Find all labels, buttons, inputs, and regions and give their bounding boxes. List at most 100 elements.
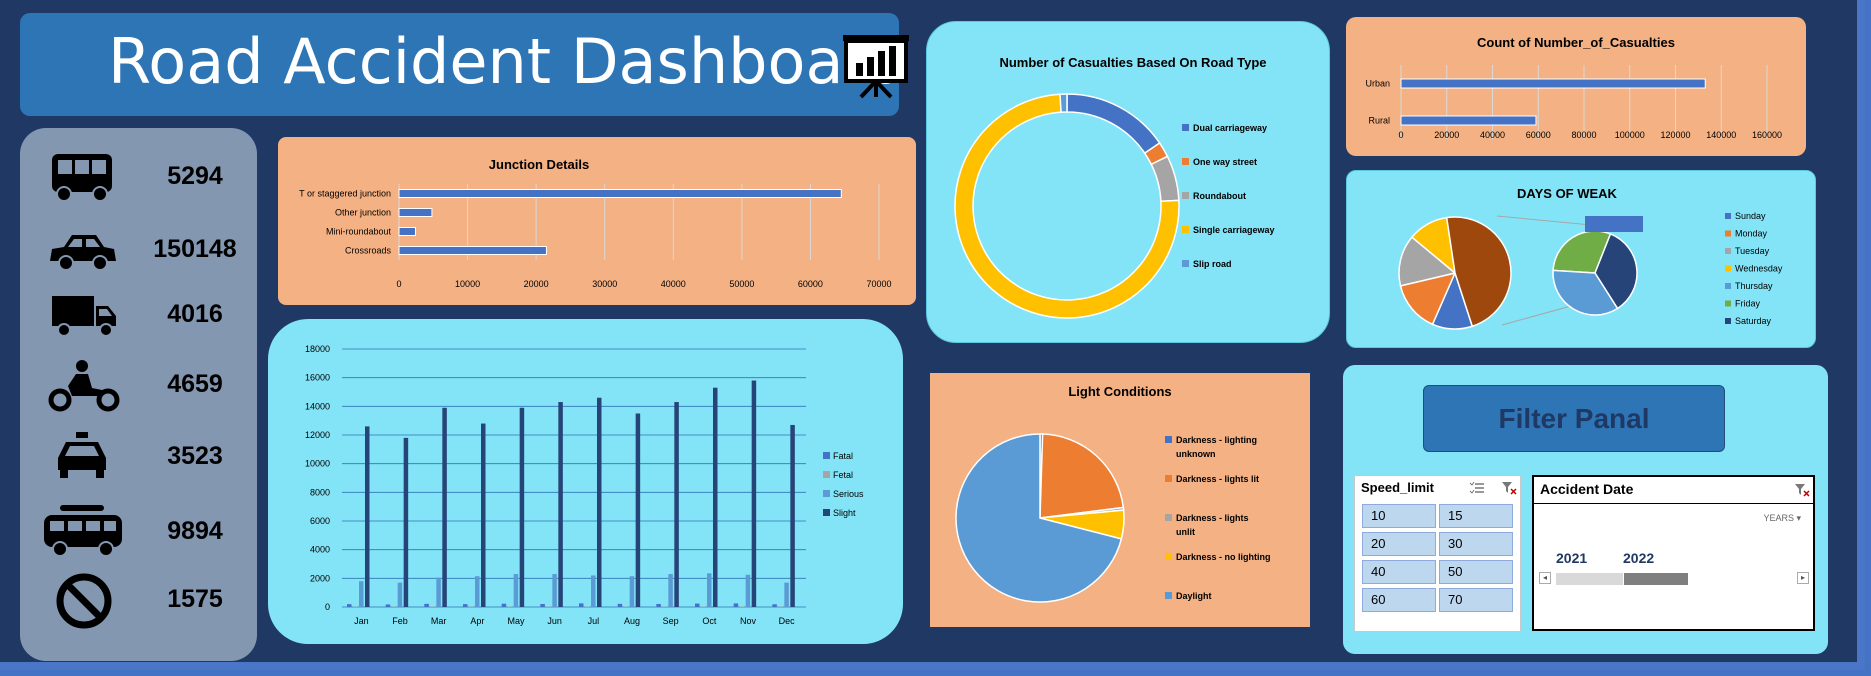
x-tick-label: 0 — [396, 279, 401, 289]
bar-fatal — [463, 604, 468, 607]
bar-fatal — [385, 604, 391, 607]
bar-slight — [365, 426, 370, 607]
bar-fatal — [347, 604, 352, 607]
x-tick-label: Mar — [431, 616, 447, 626]
donut-segment — [1066, 93, 1161, 155]
bar-serious — [629, 576, 635, 607]
speed-option-40[interactable]: 40 — [1362, 560, 1436, 584]
chart-title: Number of Casualties Based On Road Type — [999, 55, 1266, 70]
legend-swatch — [1725, 283, 1731, 289]
chart-title: DAYS OF WEAK — [1517, 186, 1618, 201]
bar-fatal — [733, 603, 739, 607]
monthly-severity-chart: 0 2000 4000 6000 8000 10000 12000 14000 16000 180… — [268, 319, 903, 644]
speed-option-60[interactable]: 60 — [1362, 588, 1436, 612]
bar-slight — [442, 407, 447, 607]
taxi-count: 3523 — [167, 442, 223, 470]
casualties-count-chart: Count of Number_of_Casualties 0 20000 4000… — [1346, 17, 1806, 156]
bar-fetal — [430, 606, 435, 607]
y-tick-label: 10000 — [305, 459, 330, 469]
legend-swatch — [1165, 592, 1172, 599]
legend-label: Fatal — [833, 451, 853, 461]
bar-fetal — [739, 606, 745, 607]
x-tick-label: Apr — [470, 616, 484, 626]
speed-option-20[interactable]: 20 — [1362, 532, 1436, 556]
speed-option-10[interactable]: 10 — [1362, 504, 1436, 528]
legend-label: Roundabout — [1193, 191, 1246, 201]
legend-swatch — [1725, 230, 1731, 237]
x-tick-label: Jul — [588, 616, 600, 626]
clear-filter-icon[interactable] — [1794, 483, 1810, 497]
kpi-truck: 4016 — [20, 286, 257, 346]
x-tick-label: 80000 — [1571, 130, 1596, 140]
legend-swatch — [1725, 300, 1731, 307]
category-label: Urban — [1365, 79, 1390, 89]
x-tick-label: Sep — [663, 616, 679, 626]
title-banner: Road Accident Dashboard — [20, 13, 909, 116]
legend-label: Darkness - lights — [1176, 513, 1249, 523]
bar-slight — [751, 380, 757, 607]
donut-segment — [1150, 155, 1180, 203]
timeline-bar-2022-selected[interactable] — [1624, 573, 1688, 585]
year-label-2021[interactable]: 2021 — [1556, 550, 1587, 566]
speed-option-30[interactable]: 30 — [1439, 532, 1513, 556]
truck-icon — [52, 296, 116, 337]
legend-label: Daylight — [1176, 591, 1212, 601]
x-tick-label: Oct — [702, 616, 717, 626]
legend-label: Fetal — [833, 470, 853, 480]
speed-option-50[interactable]: 50 — [1439, 560, 1513, 584]
speed-option-15[interactable]: 15 — [1439, 504, 1513, 528]
category-label: Rural — [1368, 116, 1390, 126]
bar-serious — [591, 575, 596, 607]
light-conditions-chart: Light Conditions Darkness - lighting unkn… — [930, 373, 1310, 627]
junction-chart-svg: Junction Details 0 10000 20000 30000 40000 50… — [299, 157, 891, 289]
multi-select-icon[interactable] — [1469, 481, 1485, 495]
y-tick-label: 12000 — [305, 430, 330, 440]
legend-label: Monday — [1735, 229, 1768, 239]
filter-panel: Filter Panal Speed_limit 10 15 20 30 40 … — [1343, 365, 1828, 654]
x-tick-label: 20000 — [524, 279, 549, 289]
bar — [1400, 78, 1706, 89]
days-of-week-chart: DAYS OF WEAK Sunday Monday Tuesday Wednesda… — [1346, 170, 1816, 348]
legend-swatch — [1725, 213, 1731, 219]
year-label-2022[interactable]: 2022 — [1623, 550, 1654, 566]
bar-fetal — [585, 606, 590, 607]
bar-fatal — [424, 603, 429, 607]
bar-serious — [436, 577, 441, 607]
bar-fetal — [507, 606, 513, 607]
motorcycle-icon — [48, 360, 120, 412]
x-tick-label: 160000 — [1752, 130, 1782, 140]
light-chart-svg: Light Conditions Darkness - lighting unkn… — [955, 384, 1271, 603]
donut-segment — [1059, 93, 1068, 113]
bus-count: 5294 — [167, 162, 223, 190]
time-level-selector[interactable]: YEARS ▾ — [1763, 513, 1801, 524]
bar-fetal — [701, 606, 706, 607]
timeline-bar-2021[interactable] — [1556, 573, 1623, 585]
x-tick-label: Dec — [779, 616, 796, 626]
x-tick-label: 0 — [1398, 130, 1403, 140]
bar-serious — [668, 574, 673, 607]
legend-swatch — [1165, 514, 1172, 521]
legend-label: Darkness - lighting — [1176, 435, 1257, 445]
category-label: T or staggered junction — [299, 189, 391, 199]
speed-option-70[interactable]: 70 — [1439, 588, 1513, 612]
bar-serious — [513, 574, 519, 607]
vehicle-kpi-panel: 5294 150148 4016 4659 3523 9894 1575 — [20, 128, 257, 661]
clear-filter-icon[interactable] — [1501, 481, 1517, 495]
scroll-right-button[interactable]: ▸ — [1797, 572, 1809, 584]
kpi-motorcycle: 4659 — [20, 356, 257, 416]
chart-title: Light Conditions — [1068, 384, 1171, 399]
x-tick-label: 40000 — [1480, 130, 1505, 140]
time-level-label: YEARS — [1763, 513, 1794, 523]
legend-swatch — [823, 452, 830, 459]
kpi-other: 1575 — [20, 571, 257, 631]
x-tick-label: Jan — [354, 616, 369, 626]
y-tick-label: 6000 — [310, 516, 330, 526]
page-title: Road Accident Dashboard — [108, 25, 908, 98]
x-tick-label: Aug — [624, 616, 640, 626]
scroll-left-button[interactable]: ◂ — [1539, 572, 1551, 584]
bar — [1400, 115, 1537, 126]
bar-serious — [552, 574, 557, 607]
legend-label: One way street — [1193, 157, 1257, 167]
bar — [398, 227, 416, 236]
y-tick-label: 0 — [325, 602, 330, 612]
